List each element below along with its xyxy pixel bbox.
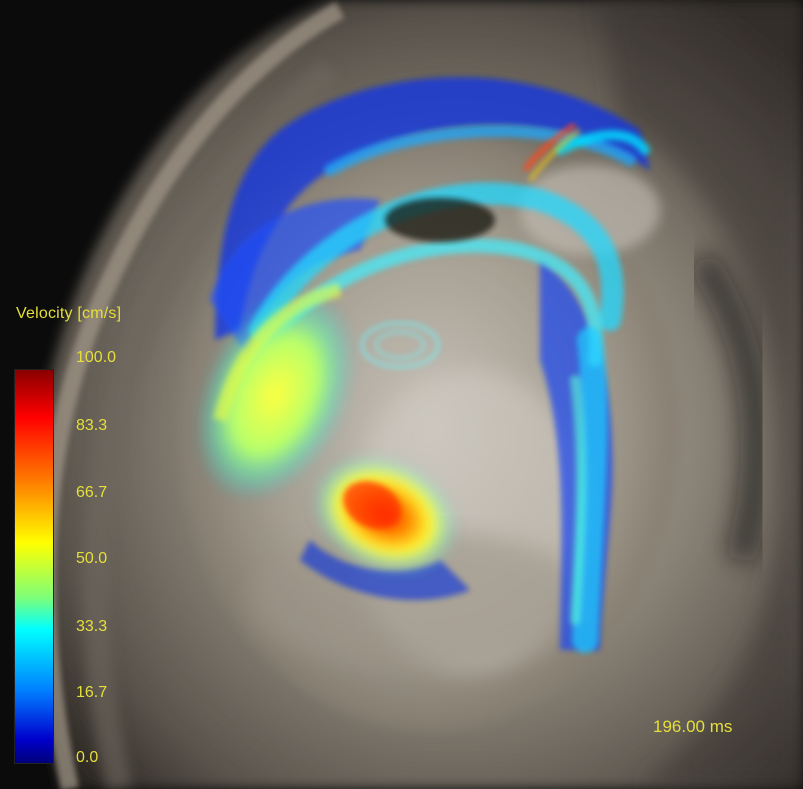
colorbar-tick-label: 50.0 xyxy=(76,550,108,567)
velocity-colorbar xyxy=(14,369,54,764)
colorbar-title: Velocity [cm/s] xyxy=(16,305,122,322)
colorbar-tick-label: 83.3 xyxy=(76,417,108,434)
colorbar-tick-label: 100.0 xyxy=(76,349,117,366)
colorbar-tick-label: 16.7 xyxy=(76,684,108,701)
colorbar-tick-label: 33.3 xyxy=(76,618,108,635)
colorbar-tick-label: 66.7 xyxy=(76,484,108,501)
cardiac-mri-flow-image xyxy=(0,0,803,789)
colorbar-tick-label: 0.0 xyxy=(76,749,99,766)
mri-flow-visualization: Velocity [cm/s] 100.0 83.3 66.7 50.0 33.… xyxy=(0,0,803,789)
time-readout: 196.00 ms xyxy=(653,717,733,736)
